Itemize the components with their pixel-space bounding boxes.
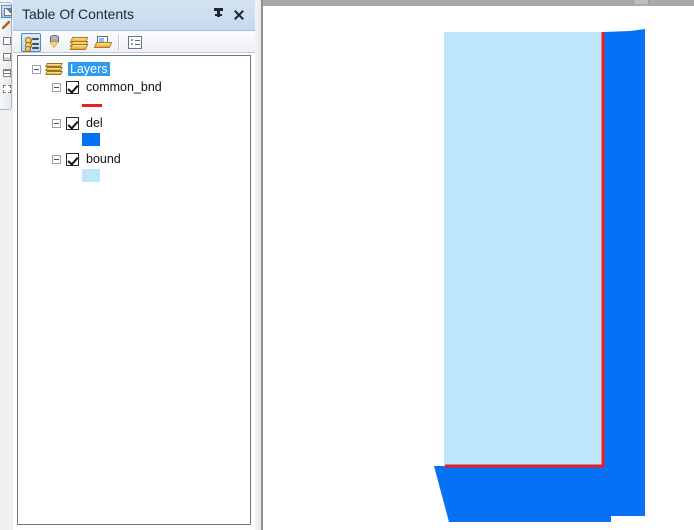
- tree-node-label-del: del: [86, 116, 103, 130]
- options-button[interactable]: [125, 33, 145, 52]
- create-features-icon: [3, 53, 11, 61]
- pencil-icon: [2, 21, 10, 29]
- table-of-contents-panel: Table Of Contents Layers common_bnd del …: [13, 0, 255, 530]
- selection-layers-icon: [93, 36, 113, 50]
- edit-tool-icon: [4, 8, 12, 16]
- list-by-selection-button[interactable]: [93, 33, 113, 52]
- editor-attributes-button[interactable]: [1, 35, 12, 48]
- close-icon[interactable]: [231, 7, 247, 23]
- editor-create-features-button[interactable]: [1, 51, 12, 64]
- options-list-icon: [128, 36, 142, 49]
- editor-toolbar[interactable]: [0, 2, 12, 110]
- expander-common-bnd[interactable]: [52, 82, 61, 92]
- expander-layers[interactable]: [32, 64, 41, 74]
- database-icon: [49, 35, 61, 50]
- left-dock-strip: [0, 0, 13, 530]
- fill-symbol-swatch-del: [82, 132, 100, 146]
- toolbar-dock-handle[interactable]: [633, 0, 649, 4]
- bound-polygon[interactable]: [444, 32, 603, 467]
- panel-title: Table Of Contents: [22, 6, 135, 22]
- tree-node-label-layers: Layers: [68, 62, 110, 76]
- draw-order-icon: [25, 37, 39, 52]
- panel-title-bar: Table Of Contents: [13, 0, 255, 31]
- tree-node-layers[interactable]: Layers: [32, 60, 110, 78]
- pin-icon[interactable]: [211, 7, 227, 23]
- pin-glyph: [214, 8, 223, 17]
- list-by-source-button[interactable]: [45, 33, 65, 52]
- visibility-checkbox-common-bnd[interactable]: [66, 80, 79, 94]
- layers-icon: [45, 62, 63, 76]
- construction-icon: [3, 69, 11, 77]
- line-symbol-swatch: [82, 103, 102, 107]
- toc-toolbar: [13, 31, 255, 53]
- legend-symbol-bound: [82, 166, 100, 184]
- stacked-layers-icon: [69, 37, 89, 50]
- expander-bound[interactable]: [52, 154, 61, 164]
- fill-symbol-swatch-bound: [82, 168, 100, 182]
- map-canvas[interactable]: [263, 6, 694, 530]
- editor-snapping-button[interactable]: [1, 83, 12, 96]
- snapping-icon: [3, 85, 11, 93]
- tree-node-common-bnd[interactable]: common_bnd: [52, 78, 164, 96]
- editor-construction-button[interactable]: [1, 67, 12, 80]
- list-by-visibility-button[interactable]: [69, 33, 89, 52]
- tree-node-label-bound: bound: [86, 152, 121, 166]
- editor-sketch-tool-button[interactable]: [1, 19, 12, 32]
- expander-del[interactable]: [52, 118, 61, 128]
- tree-node-label-common-bnd: common_bnd: [86, 80, 162, 94]
- legend-symbol-del: [82, 130, 100, 148]
- list-by-drawing-order-button[interactable]: [21, 33, 41, 52]
- visibility-checkbox-del[interactable]: [66, 116, 79, 130]
- close-glyph: [233, 9, 245, 21]
- attributes-icon: [3, 37, 11, 45]
- editor-edit-tool-button[interactable]: [1, 5, 12, 18]
- toolbar-separator: [118, 35, 120, 50]
- visibility-checkbox-bound[interactable]: [66, 152, 79, 166]
- toc-tree[interactable]: Layers common_bnd del bound: [17, 55, 251, 525]
- legend-symbol-common-bnd: [82, 96, 102, 114]
